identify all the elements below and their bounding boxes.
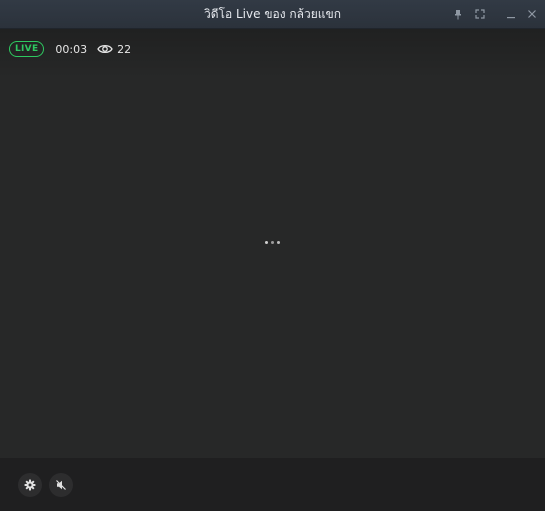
loading-dot — [277, 241, 280, 244]
viewer-counter: 22 — [97, 40, 131, 59]
speaker-muted-icon — [55, 476, 67, 495]
pin-icon[interactable] — [449, 5, 467, 23]
control-bar — [0, 458, 545, 511]
live-video-window: วิดีโอ Live ของ กล้วยแขก LIVE 00:03 22 — [0, 0, 545, 511]
loading-dot — [265, 241, 268, 244]
eye-icon — [97, 40, 113, 59]
gear-icon — [24, 476, 36, 495]
stream-status: LIVE 00:03 22 — [9, 40, 131, 58]
settings-button[interactable] — [18, 473, 42, 497]
live-badge: LIVE — [9, 41, 45, 57]
mute-button[interactable] — [49, 473, 73, 497]
loading-indicator — [265, 241, 280, 244]
minimize-icon[interactable] — [502, 5, 520, 23]
elapsed-time: 00:03 — [55, 42, 88, 56]
viewer-count: 22 — [117, 42, 132, 56]
loading-dot — [271, 241, 274, 244]
fullscreen-icon[interactable] — [471, 5, 489, 23]
close-icon[interactable] — [523, 5, 541, 23]
title-bar[interactable]: วิดีโอ Live ของ กล้วยแขก — [0, 0, 545, 29]
